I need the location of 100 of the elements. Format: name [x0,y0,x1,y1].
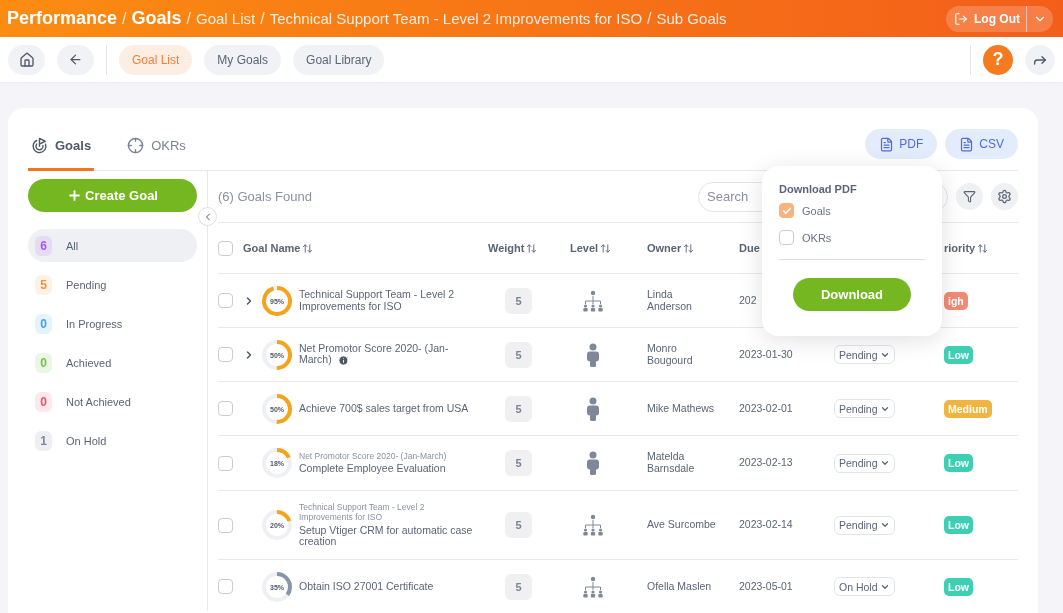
status-dropdown[interactable]: On Hold [834,577,895,596]
owner-name: Linda Anderson [647,288,693,313]
export-button[interactable]: CSV [945,129,1018,159]
row-checkbox[interactable] [218,517,233,533]
download-option[interactable]: OKRs [779,230,925,245]
owner-name: Mike Mathews [647,402,716,415]
filter-icon [963,190,976,203]
priority-badge: Low [944,345,973,364]
settings-button[interactable] [991,183,1018,210]
collapse-button[interactable] [198,207,217,226]
breadcrumb-separator: / [122,10,127,28]
count-badge: 6 [35,235,52,256]
column-header[interactable]: riority [944,242,1018,254]
view-tab[interactable]: OKRs [124,137,189,171]
progress-ring [261,338,293,371]
download-option[interactable]: Goals [779,203,925,218]
person-icon [586,451,600,475]
owner-name: Ofella Maslen [647,580,713,593]
column-header[interactable]: Goal Name [243,242,488,254]
goal-name[interactable]: Obtain ISO 27001 Certificate [299,580,434,593]
breadcrumb-separator: / [647,10,652,28]
progress-ring [261,447,293,479]
org-chart-icon [582,289,604,312]
popup-title: Download PDF [779,183,858,195]
progress-ring [261,509,293,541]
check-icon [781,205,792,216]
option-checkbox[interactable] [779,203,794,218]
sort-icon [302,242,314,254]
caret-icon [879,458,890,468]
status-filter[interactable]: 1 On Hold [28,424,197,457]
logout-icon [954,11,968,26]
results-count: (6) Goals Found [218,189,312,204]
column-header[interactable]: Weight [488,242,570,254]
document-icon [959,136,975,152]
row-checkbox[interactable] [218,579,233,594]
count-badge: 0 [35,313,52,334]
goal-name[interactable]: Achieve 700$ sales target from USA [299,402,469,415]
status-filter[interactable]: 6 All [28,229,197,262]
sort-icon [683,242,695,254]
due-date: 2023-02-13 [739,457,794,469]
sort-icon [977,242,989,254]
org-chart-icon [582,575,604,598]
status-dropdown[interactable]: Pending [834,345,895,364]
status-dropdown[interactable]: Pending [834,515,895,535]
home-button[interactable] [8,44,45,75]
parent-goal: Net Promotor Score 2020- (Jan-March) [299,451,447,462]
status-dropdown[interactable]: Pending [834,453,895,473]
back-button[interactable] [57,44,94,75]
sort-icon [600,242,612,254]
status-filter[interactable]: 0 Achieved [28,346,197,379]
nav-tab[interactable]: Goal Library [293,44,385,75]
progress-ring [261,570,293,603]
caret-icon [879,520,890,530]
status-filter[interactable]: 0 In Progress [28,307,197,340]
export-button[interactable]: PDF [865,129,938,159]
status-filter[interactable]: 0 Not Achieved [28,385,197,418]
count-badge: 5 [35,274,52,295]
sort-icon [526,242,538,254]
option-checkbox[interactable] [779,230,794,245]
select-all-checkbox[interactable] [218,240,233,256]
priority-badge: igh [944,291,968,310]
priority-badge: Low [944,516,973,534]
priority-badge: Low [944,577,973,596]
column-header[interactable]: Level [570,242,647,254]
weight-badge: 5 [505,287,532,314]
weight-badge: 5 [505,512,532,538]
row-checkbox[interactable] [218,347,233,362]
share-button[interactable] [1025,44,1055,75]
row-checkbox[interactable] [218,401,233,416]
nav-tab[interactable]: My Goals [204,44,282,75]
document-icon [879,136,895,152]
row-checkbox[interactable] [218,293,233,308]
priority-badge: Low [944,454,973,472]
crosshair-icon [127,137,145,154]
view-tab[interactable]: Goals [28,137,95,171]
weight-badge: 5 [505,450,532,476]
due-date: 2023-05-01 [739,580,794,593]
breadcrumb-separator: / [186,10,191,28]
due-date: 2023-01-30 [739,348,794,361]
weight-badge: 5 [505,341,532,368]
filter-button[interactable] [956,183,983,210]
progress-ring [261,392,293,425]
goal-name[interactable]: Complete Employee Evaluation [299,463,447,475]
weight-badge: 5 [505,395,532,422]
priority-badge: Medium [944,399,992,418]
info-icon [337,355,349,367]
goal-name[interactable]: Net Promotor Score 2020- (Jan-March) [299,342,474,367]
row-checkbox[interactable] [218,455,233,471]
progress-ring [261,284,293,317]
status-dropdown[interactable]: Pending [834,399,895,418]
status-filter[interactable]: 5 Pending [28,268,197,301]
goal-name[interactable]: Setup Vtiger CRM for automatic case creation [299,524,474,548]
owner-name: Ave Surcombe [647,519,717,531]
column-header[interactable]: Owner [647,242,739,254]
target-icon [31,137,48,154]
home-icon [18,51,35,68]
goal-name[interactable]: Technical Support Team - Level 2 Improvements for ISO [299,288,474,313]
weight-badge: 5 [505,573,532,600]
owner-name: Monro Bougourd [647,342,694,367]
org-chart-icon [582,514,604,536]
